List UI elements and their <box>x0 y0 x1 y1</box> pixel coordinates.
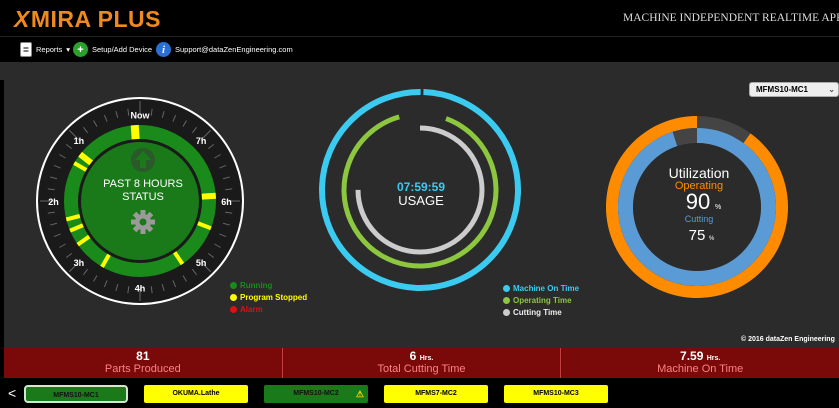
dial-hour-label: 2h <box>48 197 59 207</box>
utilization-cutting-label: Cutting <box>685 214 714 224</box>
toolbar: ≣ Reports ▾ + Setup/Add Device i Support… <box>0 38 839 62</box>
plus-circle-icon: + <box>73 42 88 57</box>
machine-tab-label: MFMS7-MC2 <box>415 390 457 397</box>
legend-dot <box>503 308 510 316</box>
status-legend: Running Program Stopped Alarm <box>230 279 307 315</box>
legend-dot <box>230 281 237 289</box>
stat-label: Parts Produced <box>104 363 181 375</box>
legend-item-operating: Operating Time <box>503 294 579 306</box>
usage-legend: Machine On Time Operating Time Cutting T… <box>503 282 579 318</box>
info-icon: i <box>156 42 171 57</box>
caret-down-icon: ▾ <box>66 45 71 54</box>
document-icon: ≣ <box>20 42 32 57</box>
dial-hour-label: Now <box>131 111 151 121</box>
machine-tab-label: MFMS10-MC2 <box>293 390 339 397</box>
legend-label: Program Stopped <box>240 292 308 302</box>
logo-text: MIRA PLUS <box>30 6 161 32</box>
utilization-operating-value: 90 <box>686 189 710 214</box>
utilization-donut: Utilization Operating 90 % Cutting 75 % <box>606 116 788 298</box>
warning-icon: ⚠ <box>355 389 364 399</box>
machine-tab-label: MFMS10-MC1 <box>53 392 99 399</box>
app-logo[interactable]: XMIRA PLUS <box>14 6 161 33</box>
stat-label: Machine On Time <box>657 363 744 375</box>
stat-parts-produced: 81 Parts Produced <box>4 348 283 378</box>
machine-tab-mfms7-mc2[interactable]: MFMS7-MC2 <box>384 385 488 403</box>
setup-add-device-button[interactable]: + Setup/Add Device <box>73 42 152 57</box>
machine-tab-label: OKUMA.Lathe <box>172 390 220 397</box>
legend-label: Alarm <box>240 304 263 314</box>
dial-hour-label: 3h <box>74 258 85 268</box>
legend-dot <box>503 284 510 292</box>
stat-unit: Hrs. <box>706 355 721 362</box>
support-link[interactable]: i Support@dataZenEngineering.com <box>156 42 293 57</box>
status-dial-title-line1: PAST 8 HOURS <box>103 178 183 190</box>
stat-value: 81 <box>136 349 150 363</box>
app-header: XMIRA PLUS MACHINE INDEPENDENT REALTIME … <box>0 0 839 37</box>
dial-hour-label: 4h <box>135 283 146 293</box>
stop-marker <box>130 124 140 140</box>
utilization-operating-unit: % <box>715 204 721 211</box>
machine-tabs: < MFMS10-MC1 OKUMA.Lathe MFMS10-MC2 ⚠ MFM… <box>0 380 839 408</box>
stat-unit: Hrs. <box>419 355 434 362</box>
legend-dot <box>230 293 237 301</box>
machine-tab-mfms10-mc3[interactable]: MFMS10-MC3 <box>504 385 608 403</box>
back-arrow-icon[interactable]: < <box>8 385 16 401</box>
utilization-cutting-unit: % <box>709 236 715 242</box>
copyright-text: © 2016 dataZen Engineering <box>741 336 835 343</box>
legend-item-running: Running <box>230 279 307 291</box>
status-dial-title-line2: STATUS <box>122 191 164 203</box>
logo-mark: X <box>14 6 30 32</box>
app-tagline: MACHINE INDEPENDENT REALTIME APPLICATION… <box>623 12 839 24</box>
stop-marker <box>201 192 217 200</box>
dial-hour-label: 6h <box>221 197 232 207</box>
utilization-cutting-value: 75 <box>689 227 706 244</box>
usage-time: 07:59:59 <box>397 180 445 194</box>
machine-tab-okuma-lathe[interactable]: OKUMA.Lathe <box>144 385 248 403</box>
machine-select-value: MFMS10-MC1 <box>756 85 809 94</box>
reports-label: Reports <box>36 45 63 54</box>
machine-tab-mfms10-mc1[interactable]: MFMS10-MC1 <box>24 385 128 403</box>
utilization-title: Utilization <box>669 165 730 181</box>
stat-total-cutting-time: 6 Hrs. Total Cutting Time <box>283 348 562 378</box>
support-label: Support@dataZenEngineering.com <box>175 45 293 54</box>
stat-label: Total Cutting Time <box>377 363 466 375</box>
legend-item-cutting: Cutting Time <box>503 306 579 318</box>
legend-label: Machine On Time <box>513 283 580 293</box>
stats-bar: 81 Parts Produced 6 Hrs. Total Cutting T… <box>4 348 839 378</box>
dial-hour-label: 5h <box>196 258 207 268</box>
legend-item-program-stopped: Program Stopped <box>230 291 307 303</box>
dial-hour-label: 7h <box>196 136 207 146</box>
legend-dot <box>230 305 237 313</box>
usage-label: USAGE <box>398 193 444 208</box>
stat-value: 7.59 <box>680 349 704 363</box>
stat-machine-on-time: 7.59 Hrs. Machine On Time <box>561 348 839 378</box>
setup-label: Setup/Add Device <box>92 45 153 54</box>
legend-label: Operating Time <box>513 295 572 305</box>
reports-menu[interactable]: ≣ Reports ▾ <box>20 42 70 57</box>
usage-rings: 07:59:59 USAGE <box>319 88 521 291</box>
gear-icon <box>131 210 155 234</box>
chevron-down-icon: ⌄ <box>828 85 835 94</box>
legend-dot <box>503 296 510 304</box>
machine-select[interactable]: MFMS10-MC1 ⌄ <box>749 82 839 97</box>
legend-item-machine-on: Machine On Time <box>503 282 579 294</box>
legend-label: Running <box>240 280 273 290</box>
machine-tab-mfms10-mc2[interactable]: MFMS10-MC2 ⚠ <box>264 385 368 403</box>
dial-hour-label: 1h <box>74 136 85 146</box>
stat-value: 6 <box>409 349 417 363</box>
status-dial: PAST 8 HOURS STATUS Now 1h 2h 3h 4h 5h 6h 7h <box>36 97 244 305</box>
legend-item-alarm: Alarm <box>230 303 307 315</box>
gauges-canvas: PAST 8 HOURS STATUS Now 1h 2h 3h 4h 5h 6h 7h 07… <box>36 88 788 305</box>
machine-tab-label: MFMS10-MC3 <box>533 390 579 397</box>
legend-label: Cutting Time <box>513 307 562 317</box>
